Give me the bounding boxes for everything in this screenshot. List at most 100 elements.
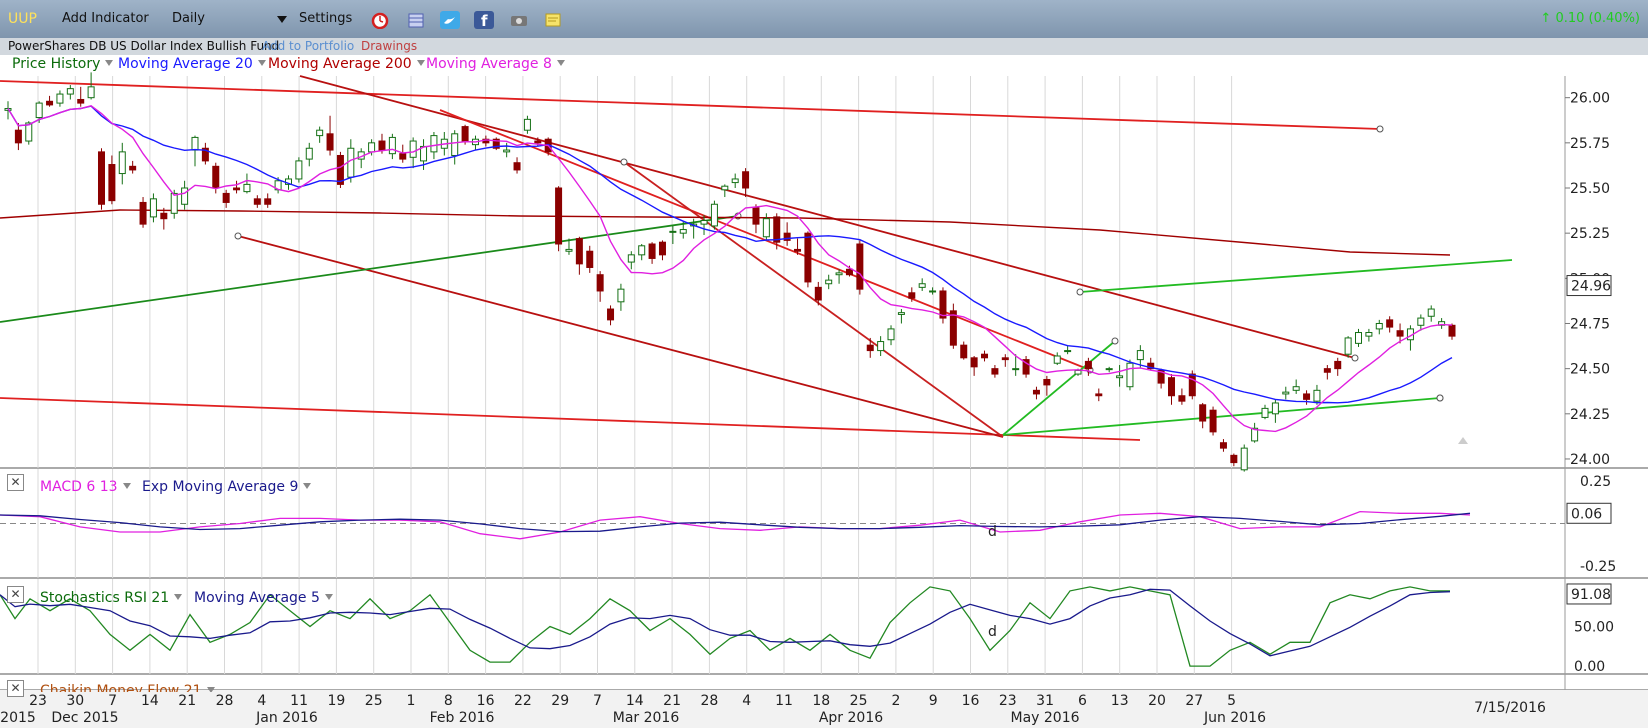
candle-body (981, 353, 989, 359)
candle-body (170, 192, 178, 214)
candle-body (1334, 360, 1342, 370)
candle-body (1043, 378, 1051, 386)
price-y-tick-label: 24.75 (1570, 316, 1610, 332)
x-tick-label: 14 (626, 693, 644, 709)
legend-ma5[interactable]: Moving Average 5 (194, 590, 333, 606)
candle-body (1136, 350, 1144, 361)
candle-body (1126, 362, 1134, 388)
candle-body (1282, 391, 1290, 395)
chart-pane-3 (0, 675, 1648, 690)
legend-label: Price History (12, 56, 101, 72)
x-tick-label: 4 (257, 693, 266, 709)
candle-body (368, 142, 376, 153)
price-chart[interactable]: 23 30 7 14 21 28 4 11 19 25 1 8 16 22 29 7 14 21 28 4 11 18 25… (0, 0, 1648, 728)
candle-body (118, 151, 126, 175)
legend-ma8[interactable]: Moving Average 8 (426, 56, 565, 72)
candle-body (1448, 324, 1456, 337)
candle-body (804, 232, 812, 283)
candle-body (596, 274, 604, 292)
month-tick-label: Apr 2016 (819, 710, 883, 726)
candle-body (1209, 409, 1217, 433)
x-tick-label: 21 (178, 693, 196, 709)
chevron-down-icon (206, 687, 215, 692)
candle-body (617, 288, 625, 303)
legend-stoch-rsi[interactable]: Stochastics RSI 21 (40, 590, 183, 606)
x-tick-label: 7 (108, 693, 117, 709)
trendline-anchor (1436, 394, 1444, 402)
legend-macd[interactable]: MACD 6 13 (40, 479, 131, 495)
candle-body (451, 133, 459, 156)
candle-body (181, 187, 189, 205)
candle-body (721, 185, 729, 191)
x-tick-label: 19 (327, 693, 345, 709)
candle-body (87, 86, 95, 99)
month-tick-label: Jun 2016 (1203, 710, 1266, 726)
candle-body (347, 147, 355, 178)
x-tick-label: 16 (962, 693, 980, 709)
month-tick-label: 2015 (0, 710, 36, 726)
candle-body (1396, 330, 1404, 337)
trendline-anchor (234, 232, 242, 240)
candle-body (1105, 368, 1113, 371)
candle-body (129, 165, 137, 171)
legend-label: Stochastics RSI 21 (40, 590, 170, 606)
candle-body (607, 308, 615, 321)
x-tick-label: 23 (29, 693, 47, 709)
price-y-tick-label: 26.00 (1570, 91, 1610, 107)
candle-body (991, 368, 999, 375)
candle-body (149, 198, 157, 218)
candle-body (897, 312, 905, 315)
candle-body (378, 140, 386, 151)
candle-body (794, 248, 802, 252)
candle-body (555, 187, 563, 245)
candle-body (1375, 322, 1383, 330)
legend-ma200[interactable]: Moving Average 200 (268, 56, 425, 72)
candle-body (1355, 332, 1363, 344)
candle-body (1084, 360, 1092, 370)
candle-body (264, 198, 272, 205)
close-cmf-pane-button[interactable]: ✕ (7, 680, 24, 697)
macd-divergence-mark: d (988, 524, 997, 540)
candle-body (97, 151, 105, 205)
price-y-tick-label: 24.50 (1570, 362, 1610, 378)
candle-body (1313, 389, 1321, 402)
candle-body (752, 207, 760, 225)
candle-body (648, 243, 656, 259)
candle-body (773, 216, 781, 243)
stoch-y-tick-label: 0.00 (1574, 659, 1605, 675)
candle-body (1292, 386, 1300, 391)
candle-body (1427, 308, 1435, 317)
legend-price-history[interactable]: Price History (12, 56, 114, 72)
candle-body (243, 183, 251, 193)
x-tick-label: 5 (1227, 693, 1236, 709)
candle-body (845, 268, 853, 276)
x-tick-label: 22 (514, 693, 532, 709)
x-tick-label: 25 (850, 693, 868, 709)
legend-ema9[interactable]: Exp Moving Average 9 (142, 479, 312, 495)
candle-body (523, 118, 531, 131)
x-tick-label: 13 (1111, 693, 1129, 709)
legend-label: Exp Moving Average 9 (142, 479, 299, 495)
trendline-anchor (1351, 354, 1359, 362)
close-macd-pane-button[interactable]: ✕ (7, 474, 24, 491)
candle-body (1386, 319, 1394, 328)
candle-body (1053, 355, 1061, 364)
candle-body (700, 220, 708, 225)
x-tick-label: 11 (290, 693, 308, 709)
candle-body (1271, 402, 1279, 415)
candle-body (430, 135, 438, 153)
x-tick-label: 9 (929, 693, 938, 709)
legend-ma20[interactable]: Moving Average 20 (118, 56, 266, 72)
candle-body (222, 192, 230, 203)
candle-body (253, 198, 261, 205)
month-tick-label: May 2016 (1010, 710, 1079, 726)
price-y-tick-label: 25.25 (1570, 226, 1610, 242)
candle-body (731, 178, 739, 184)
candle-body (212, 165, 220, 189)
candle-body (638, 245, 646, 256)
candle-body (762, 218, 770, 238)
candle-body (1064, 350, 1072, 353)
legend-cmf[interactable]: Chaikin Money Flow 21 (40, 683, 215, 692)
close-stoch-pane-button[interactable]: ✕ (7, 586, 24, 603)
legend-label: Chaikin Money Flow 21 (40, 683, 202, 692)
